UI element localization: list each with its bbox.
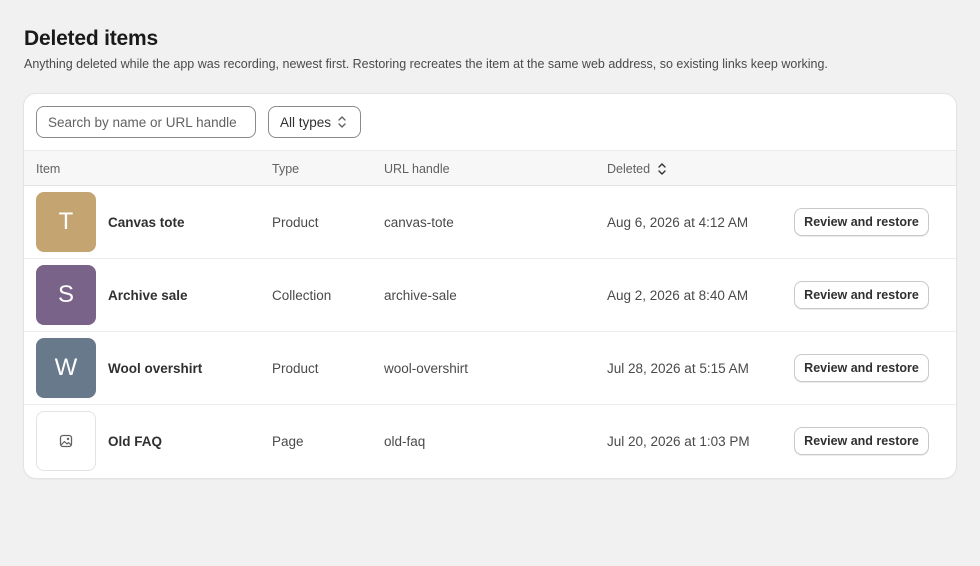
column-header-type: Type <box>272 162 300 176</box>
column-header-url-handle: URL handle <box>384 162 450 176</box>
table-row: T Canvas tote Product canvas-tote Aug 6,… <box>24 186 956 259</box>
review-and-restore-button[interactable]: Review and restore <box>794 208 929 236</box>
item-thumbnail <box>36 411 96 471</box>
item-url-handle: canvas-tote <box>384 215 454 230</box>
sort-icon[interactable] <box>657 162 667 176</box>
column-header-item: Item <box>36 162 61 176</box>
item-thumbnail: S <box>36 265 96 325</box>
review-and-restore-button[interactable]: Review and restore <box>794 354 929 382</box>
review-and-restore-button[interactable]: Review and restore <box>794 281 929 309</box>
image-placeholder-icon <box>59 434 73 448</box>
table-row: W Wool overshirt Product wool-overshirt … <box>24 332 956 405</box>
item-type: Collection <box>272 288 332 303</box>
table-body: T Canvas tote Product canvas-tote Aug 6,… <box>24 186 956 478</box>
search-input[interactable] <box>36 106 256 138</box>
type-filter-select[interactable]: All types <box>268 106 361 138</box>
table-row: Old FAQ Page old-faq Jul 20, 2026 at 1:0… <box>24 405 956 478</box>
thumbnail-initial: T <box>58 208 74 235</box>
deleted-items-card: All types Item Type URL handle Deleted T… <box>24 94 956 478</box>
item-name: Old FAQ <box>108 434 162 449</box>
type-filter-label: All types <box>280 114 332 130</box>
table-row: S Archive sale Collection archive-sale A… <box>24 259 956 332</box>
item-url-handle: old-faq <box>384 434 426 449</box>
filter-toolbar: All types <box>24 94 956 150</box>
item-deleted-date: Aug 6, 2026 at 4:12 AM <box>607 215 749 230</box>
item-name: Canvas tote <box>108 215 185 230</box>
item-type: Product <box>272 361 319 376</box>
thumbnail-initial: W <box>54 354 78 381</box>
item-thumbnail: W <box>36 338 96 398</box>
item-url-handle: archive-sale <box>384 288 457 303</box>
thumbnail-initial: S <box>57 281 74 308</box>
item-deleted-date: Jul 28, 2026 at 5:15 AM <box>607 361 749 376</box>
table-header: Item Type URL handle Deleted <box>24 150 956 186</box>
select-chevron-icon <box>338 116 346 128</box>
item-type: Page <box>272 434 304 449</box>
item-url-handle: wool-overshirt <box>384 361 469 376</box>
column-header-deleted[interactable]: Deleted <box>607 162 650 176</box>
item-thumbnail: T <box>36 192 96 252</box>
page-subtitle: Anything deleted while the app was recor… <box>24 57 828 71</box>
item-deleted-date: Jul 20, 2026 at 1:03 PM <box>607 434 750 449</box>
page-title: Deleted items <box>24 27 158 50</box>
page-header: Deleted items Anything deleted while the… <box>24 26 956 72</box>
item-name: Archive sale <box>108 288 188 303</box>
item-type: Product <box>272 215 319 230</box>
item-name: Wool overshirt <box>108 361 203 376</box>
item-deleted-date: Aug 2, 2026 at 8:40 AM <box>607 288 749 303</box>
review-and-restore-button[interactable]: Review and restore <box>794 427 929 455</box>
